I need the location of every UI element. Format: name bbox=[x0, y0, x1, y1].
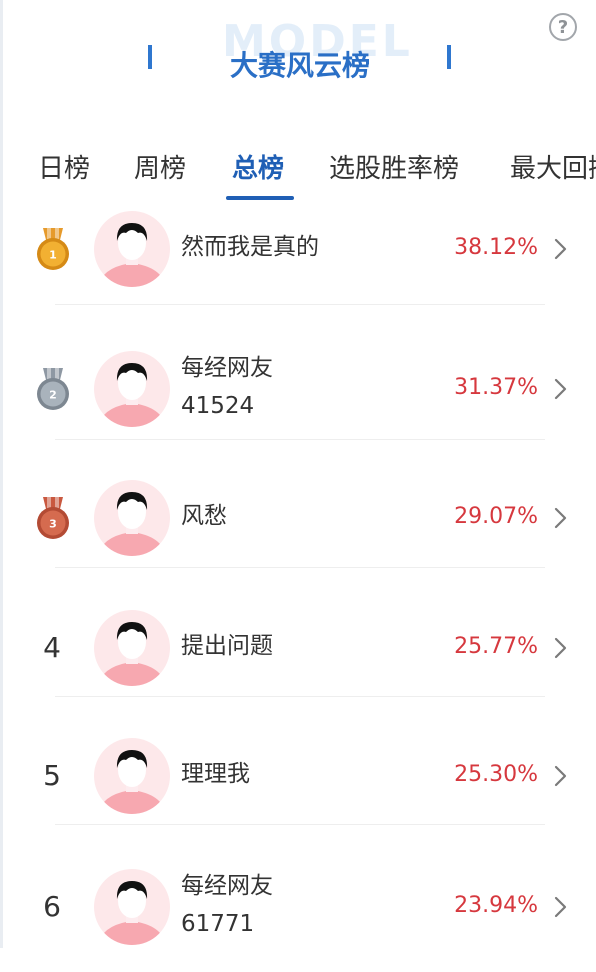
user-name: 每经网友 bbox=[181, 873, 273, 899]
chevron-right-icon[interactable] bbox=[551, 895, 569, 919]
header: MODEL 大赛风云榜 ? bbox=[0, 0, 596, 120]
row-divider bbox=[55, 439, 545, 440]
tab-stock-win-rate[interactable]: 选股胜率榜 bbox=[329, 148, 459, 185]
return-percentage: 29.07% bbox=[454, 504, 538, 529]
rank-number: 6 bbox=[43, 890, 61, 923]
help-icon[interactable]: ? bbox=[549, 13, 577, 41]
avatar[interactable] bbox=[94, 480, 170, 556]
bronze-medal-icon: 3 bbox=[34, 495, 72, 541]
chevron-right-icon[interactable] bbox=[551, 237, 569, 261]
title-bar-right bbox=[447, 45, 451, 69]
tab-daily[interactable]: 日榜 bbox=[38, 148, 90, 185]
rank-number: 4 bbox=[43, 631, 61, 664]
avatar[interactable] bbox=[94, 738, 170, 814]
user-name-line: 61771 bbox=[181, 911, 255, 937]
tab-max-drawdown[interactable]: 最大回撤 bbox=[510, 148, 596, 185]
user-name: 理理我 bbox=[181, 761, 250, 787]
ranking-row[interactable]: 4 提出问题 25.77% bbox=[0, 584, 596, 712]
silver-medal-icon: 2 bbox=[34, 366, 72, 412]
user-name: 风愁 bbox=[181, 503, 227, 529]
user-name-line: 41524 bbox=[181, 393, 255, 419]
ranking-row[interactable]: 1 然而我是真的 38.12% bbox=[0, 194, 596, 304]
chevron-right-icon[interactable] bbox=[551, 764, 569, 788]
avatar[interactable] bbox=[94, 610, 170, 686]
row-divider bbox=[55, 304, 545, 305]
return-percentage: 31.37% bbox=[454, 375, 538, 400]
page-title: 大赛风云榜 bbox=[229, 49, 370, 82]
svg-text:3: 3 bbox=[49, 518, 57, 531]
svg-text:1: 1 bbox=[49, 249, 57, 262]
return-percentage: 23.94% bbox=[454, 893, 538, 918]
return-percentage: 25.77% bbox=[454, 634, 538, 659]
tab-bar: 日榜 周榜 总榜 选股胜率榜 最大回撤 bbox=[0, 130, 596, 202]
chevron-right-icon[interactable] bbox=[551, 377, 569, 401]
ranking-row[interactable]: 3 风愁 29.07% bbox=[0, 454, 596, 582]
svg-text:2: 2 bbox=[49, 389, 57, 402]
row-divider bbox=[55, 824, 545, 825]
ranking-row[interactable]: 5 理理我 25.30% bbox=[0, 712, 596, 840]
tab-weekly[interactable]: 周榜 bbox=[134, 148, 186, 185]
user-name: 然而我是真的 bbox=[181, 234, 319, 260]
row-divider bbox=[55, 567, 545, 568]
gold-medal-icon: 1 bbox=[34, 226, 72, 272]
return-percentage: 38.12% bbox=[454, 235, 538, 260]
return-percentage: 25.30% bbox=[454, 762, 538, 787]
rank-number: 5 bbox=[43, 759, 61, 792]
row-divider bbox=[55, 696, 545, 697]
tab-overall[interactable]: 总榜 bbox=[232, 148, 284, 185]
ranking-row[interactable]: 2 每经网友 41524 31.37% bbox=[0, 324, 596, 454]
chevron-right-icon[interactable] bbox=[551, 636, 569, 660]
ranking-row[interactable]: 6 每经网友 61771 23.94% bbox=[0, 842, 596, 972]
title-bar-left bbox=[148, 45, 152, 69]
user-name: 每经网友 bbox=[181, 355, 273, 381]
chevron-right-icon[interactable] bbox=[551, 506, 569, 530]
user-name: 提出问题 bbox=[181, 633, 273, 659]
avatar[interactable] bbox=[94, 869, 170, 945]
avatar[interactable] bbox=[94, 211, 170, 287]
avatar[interactable] bbox=[94, 351, 170, 427]
